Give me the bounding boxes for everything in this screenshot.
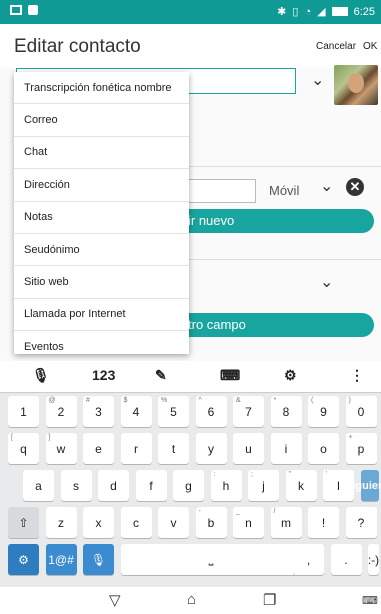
key-j[interactable]: j;: [248, 470, 279, 501]
theme-palette-icon[interactable]: ✎: [155, 367, 167, 384]
key-q[interactable]: q[: [8, 433, 39, 464]
vibrate-icon: ▯: [292, 6, 299, 18]
key-question[interactable]: ?: [345, 507, 377, 538]
key-y[interactable]: y: [195, 433, 227, 464]
dropdown-item-events[interactable]: Eventos: [14, 331, 189, 354]
cancel-button[interactable]: Cancelar: [316, 41, 356, 52]
key-exclamation[interactable]: !: [308, 507, 339, 538]
status-bar: ✱ ▯ ◔ ◢ 6:25: [0, 0, 381, 24]
phone-type-chevron-icon[interactable]: ⌄: [320, 176, 333, 196]
add-field-dropdown: Transcripción fonética nombre Correo Cha…: [14, 72, 189, 354]
key-1[interactable]: 1: [8, 396, 39, 427]
key-n[interactable]: n _: [233, 507, 264, 538]
keyboard-settings-key[interactable]: ⚙: [8, 544, 39, 575]
group-chevron-icon[interactable]: ⌄: [320, 272, 333, 292]
dropdown-item-chat[interactable]: Chat: [14, 137, 189, 170]
add-field-button[interactable]: tro campo: [188, 313, 374, 337]
key-6[interactable]: 6 ^: [195, 396, 227, 427]
key-d[interactable]: d: [98, 470, 129, 501]
key-4[interactable]: 4 $: [120, 396, 152, 427]
add-new-phone-button[interactable]: ir nuevo: [188, 209, 374, 233]
key-h[interactable]: h:: [210, 470, 242, 501]
key-z[interactable]: z: [45, 507, 77, 538]
wifi-icon: ◔: [304, 5, 312, 18]
dropdown-item-email[interactable]: Correo: [14, 104, 189, 137]
app-header: Editar contacto Cancelar OK: [0, 24, 381, 68]
recent-apps-icon[interactable]: ❐: [263, 591, 276, 609]
key-a[interactable]: a: [23, 470, 54, 501]
battery-icon: [331, 7, 348, 16]
dropdown-item-nickname[interactable]: Seudónimo: [14, 234, 189, 267]
key-s[interactable]: s: [60, 470, 92, 501]
space-key[interactable]: ⎵: [120, 544, 302, 575]
keyboard-icon[interactable]: ⌨: [362, 594, 378, 607]
key-5[interactable]: 5%: [158, 396, 189, 427]
key-x[interactable]: x: [83, 507, 114, 538]
phone-field[interactable]: [188, 179, 256, 203]
keyboard-layout-icon[interactable]: ⌨: [220, 367, 240, 384]
key-w[interactable]: w]: [45, 433, 77, 464]
key-f[interactable]: f: [135, 470, 167, 501]
key-i[interactable]: i: [270, 433, 302, 464]
phone-type-label[interactable]: Móvil: [269, 183, 299, 198]
key-8[interactable]: 8 *: [270, 396, 302, 427]
clock: 6:25: [353, 5, 375, 18]
dropdown-item-notes[interactable]: Notas: [14, 202, 189, 234]
page-title: Editar contacto: [14, 36, 141, 57]
dropdown-item-website[interactable]: Sitio web: [14, 266, 189, 299]
navigation-bar: ▽ ⌂ ❐ ⌨: [0, 587, 381, 614]
key-c[interactable]: c: [120, 507, 152, 538]
ok-button[interactable]: OK: [363, 41, 377, 52]
keyboard: 🎙 123 ✎ ⌨ ⚙ ⋮ 1 2 @3 #4 $5% 6 ^ 7 & 8 * 9(0) q[w] e r t…: [0, 361, 381, 587]
more-options-icon[interactable]: ⋮: [350, 367, 364, 384]
key-3[interactable]: 3 #: [83, 396, 114, 427]
key-2[interactable]: 2 @: [45, 396, 77, 427]
divider: [188, 259, 381, 260]
key-0[interactable]: 0): [345, 396, 377, 427]
contact-avatar[interactable]: [334, 65, 378, 105]
key-r[interactable]: r: [120, 433, 152, 464]
keyboard-toolbar: 🎙 123 ✎ ⌨ ⚙ ⋮: [0, 361, 381, 393]
dropdown-item-address[interactable]: Dirección: [14, 169, 189, 202]
key-u[interactable]: u: [233, 433, 264, 464]
voice-input-key[interactable]: 🎙: [83, 544, 114, 575]
key-e[interactable]: e: [83, 433, 114, 464]
key-v[interactable]: v: [158, 507, 189, 538]
numbers-toolbar-button[interactable]: 123: [92, 367, 115, 383]
name-expand-chevron-icon[interactable]: ⌄: [311, 70, 324, 90]
notification-icon: [10, 5, 22, 15]
emoticon-key[interactable]: :-): [368, 544, 379, 575]
add-new-label: ir nuevo: [188, 213, 235, 228]
key-g[interactable]: g: [173, 470, 204, 501]
key-9[interactable]: 9(: [308, 396, 339, 427]
signal-icon: ◢: [317, 6, 326, 18]
key-o[interactable]: o: [308, 433, 339, 464]
back-icon[interactable]: ▽: [109, 591, 121, 609]
shift-left-key[interactable]: ⇧: [8, 507, 39, 538]
bluetooth-icon: ✱: [277, 6, 287, 18]
enter-next-key[interactable]: Siguiente: [345, 470, 381, 501]
dropdown-item-phonetic-name[interactable]: Transcripción fonética nombre: [14, 72, 189, 105]
microphone-icon[interactable]: 🎙: [32, 367, 50, 384]
dropdown-item-internet-call[interactable]: Llamada por Internet: [14, 299, 189, 332]
remove-phone-button[interactable]: ✕: [346, 178, 364, 196]
comma-key[interactable]: ,: [293, 544, 324, 575]
key-7[interactable]: 7 &: [233, 396, 264, 427]
symbols-key[interactable]: 1@#: [45, 544, 77, 575]
home-icon[interactable]: ⌂: [187, 591, 196, 608]
divider: [188, 166, 381, 167]
key-m[interactable]: m /: [270, 507, 302, 538]
period-key[interactable]: .: [330, 544, 362, 575]
add-field-label: tro campo: [188, 317, 246, 332]
key-p[interactable]: p +: [345, 433, 377, 464]
settings-gear-icon[interactable]: ⚙: [284, 367, 297, 384]
image-icon: [28, 5, 38, 15]
key-b[interactable]: b-: [195, 507, 227, 538]
key-t[interactable]: t: [158, 433, 189, 464]
key-k[interactable]: k ": [285, 470, 317, 501]
